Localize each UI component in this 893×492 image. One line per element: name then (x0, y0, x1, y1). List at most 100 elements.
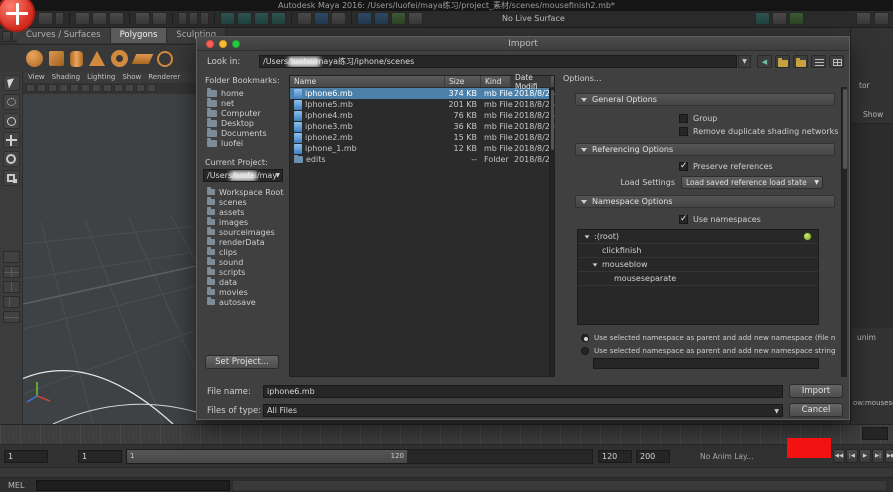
shelf-tab-polygons[interactable]: Polygons (111, 28, 168, 43)
close-button[interactable] (206, 40, 214, 48)
play-button[interactable]: ▶ (859, 449, 871, 463)
paint-select-tool-icon[interactable] (3, 113, 20, 129)
open-scene-icon[interactable] (92, 12, 107, 25)
wireframe-icon[interactable] (136, 84, 145, 92)
layout-hypershade-button[interactable] (3, 311, 20, 323)
bookmark-computer[interactable]: Computer (207, 108, 267, 118)
group-checkbox[interactable] (679, 114, 688, 123)
namespace-from-file-radio[interactable] (581, 334, 589, 342)
list-view-icon[interactable] (811, 55, 826, 68)
bookmark-home[interactable]: home (207, 88, 267, 98)
range-slider-track[interactable]: 1 120 (126, 449, 593, 464)
general-options-section[interactable]: General Options (575, 93, 835, 106)
rotate-tool-icon[interactable] (3, 151, 20, 167)
grid-toggle-icon[interactable] (59, 84, 68, 92)
project-folder-sourceimages[interactable]: sourceimages (207, 227, 283, 237)
select-tool-icon[interactable] (3, 75, 20, 91)
gate-mask-icon[interactable] (92, 84, 101, 92)
selection-mask-menu-icon[interactable] (38, 12, 53, 25)
referencing-options-section[interactable]: Referencing Options (575, 143, 835, 156)
new-scene-icon[interactable] (75, 12, 90, 25)
shaded-icon[interactable] (147, 84, 156, 92)
animation-end-field[interactable]: 200 (636, 450, 670, 463)
look-in-dropdown-icon[interactable]: ▼ (738, 55, 751, 68)
namespace-string-radio[interactable] (581, 347, 589, 355)
options-scrollbar[interactable] (841, 87, 847, 377)
bookmark-desktop[interactable]: Desktop (207, 118, 267, 128)
file-row-iphone1[interactable]: iphone_1.mb 12 KB mb File 2018/8/22 (290, 143, 554, 154)
namespace-mouseseparate-row[interactable]: mouseseparate (578, 272, 818, 286)
load-settings-dropdown[interactable]: Load saved reference load state ▼ (681, 176, 823, 189)
namespace-options-section[interactable]: Namespace Options (575, 195, 835, 208)
make-live-icon[interactable] (297, 12, 312, 25)
project-folder-sound[interactable]: sound (207, 257, 283, 267)
current-frame-field[interactable] (862, 427, 888, 440)
image-plane-icon[interactable] (48, 84, 57, 92)
details-view-icon[interactable] (829, 55, 844, 68)
panel-menu-renderer[interactable]: Renderer (148, 73, 180, 83)
poly-cylinder-icon[interactable] (70, 51, 83, 67)
snap-curve-icon[interactable] (237, 12, 252, 25)
paint-effects-icon[interactable] (789, 12, 804, 25)
namespace-mouseblow-row[interactable]: mouseblow (578, 258, 818, 272)
render-view-icon[interactable] (357, 12, 372, 25)
file-row-iphone5[interactable]: Iphone5.mb 201 KB mb File 2018/8/25 (290, 99, 554, 110)
safe-title-icon[interactable] (125, 84, 134, 92)
step-back-button[interactable]: |◀ (846, 449, 858, 463)
lasso-tool-icon[interactable] (3, 94, 20, 110)
construction-history-icon[interactable] (314, 12, 329, 25)
project-folder-scripts[interactable]: scripts (207, 267, 283, 277)
shelf-tab-curves-surfaces[interactable]: Curves / Surfaces (17, 28, 111, 43)
new-folder-icon[interactable] (793, 55, 808, 68)
back-icon[interactable]: ◀ (757, 55, 772, 68)
preserve-references-checkbox[interactable] (679, 162, 688, 171)
save-scene-icon[interactable] (109, 12, 124, 25)
shelf-menu-icon[interactable] (2, 31, 11, 42)
perspective-viewport[interactable]: View Shading Lighting Show Renderer (23, 72, 196, 424)
file-row-iphone4[interactable]: iphone4.mb 76 KB mb File 2018/8/25 (290, 110, 554, 121)
project-folder-movies[interactable]: movies (207, 287, 283, 297)
safe-action-icon[interactable] (114, 84, 123, 92)
film-gate-icon[interactable] (70, 84, 79, 92)
select-hierarchy-icon[interactable] (178, 12, 187, 25)
zoom-button[interactable] (232, 40, 240, 48)
project-folder-images[interactable]: images (207, 217, 283, 227)
file-row-iphone6[interactable]: iphone6.mb 374 KB mb File 2018/8/25 (290, 88, 554, 99)
undo-icon[interactable] (135, 12, 150, 25)
layout-persp-outliner-button[interactable] (3, 296, 20, 308)
layout-two-pane-button[interactable] (3, 281, 20, 293)
panel-menu-shading[interactable]: Shading (52, 73, 80, 83)
scale-tool-icon[interactable] (3, 170, 20, 186)
dialog-titlebar[interactable]: Import (197, 37, 849, 51)
step-forward-button[interactable]: ▶| (872, 449, 884, 463)
select-component-icon[interactable] (200, 12, 209, 25)
poly-cone-icon[interactable] (89, 51, 105, 66)
resolution-gate-icon[interactable] (81, 84, 90, 92)
expand-arrow-icon[interactable] (585, 235, 590, 238)
go-to-start-button[interactable]: ◀◀ (833, 449, 845, 463)
snap-grid-icon[interactable] (220, 12, 235, 25)
panel-menu-show[interactable]: Show (122, 73, 141, 83)
xgen-icon[interactable] (772, 12, 787, 25)
project-folder-clips[interactable]: clips (207, 247, 283, 257)
open-editor-icon[interactable] (331, 12, 346, 25)
ipr-render-icon[interactable] (391, 12, 406, 25)
minimize-button[interactable] (219, 40, 227, 48)
bookmark-documents[interactable]: Documents (207, 128, 267, 138)
show-menu-fragment[interactable]: Show (863, 110, 883, 119)
selection-mask-dropdown-icon[interactable] (55, 12, 64, 25)
import-button[interactable]: Import (789, 384, 843, 398)
column-header-kind[interactable]: Kind (481, 76, 511, 87)
select-object-icon[interactable] (189, 12, 198, 25)
files-of-type-dropdown[interactable]: All Files ▼ (263, 404, 783, 417)
playback-end-field[interactable]: 120 (598, 450, 632, 463)
project-folder-autosave[interactable]: autosave (207, 297, 283, 307)
mel-label[interactable]: MEL (8, 481, 24, 490)
poly-plane-icon[interactable] (132, 54, 153, 64)
file-row-iphone2[interactable]: iphone2.mb 15 KB mb File 2018/8/22 (290, 132, 554, 143)
column-header-name[interactable]: Name (290, 76, 445, 87)
render-current-frame-icon[interactable] (374, 12, 389, 25)
animation-start-field[interactable]: 1 (4, 450, 48, 463)
range-slider-bar[interactable]: 1 120 (127, 450, 408, 463)
window-titlebar[interactable]: Autodesk Maya 2016: /Users/luofei/maya练习… (0, 0, 893, 11)
